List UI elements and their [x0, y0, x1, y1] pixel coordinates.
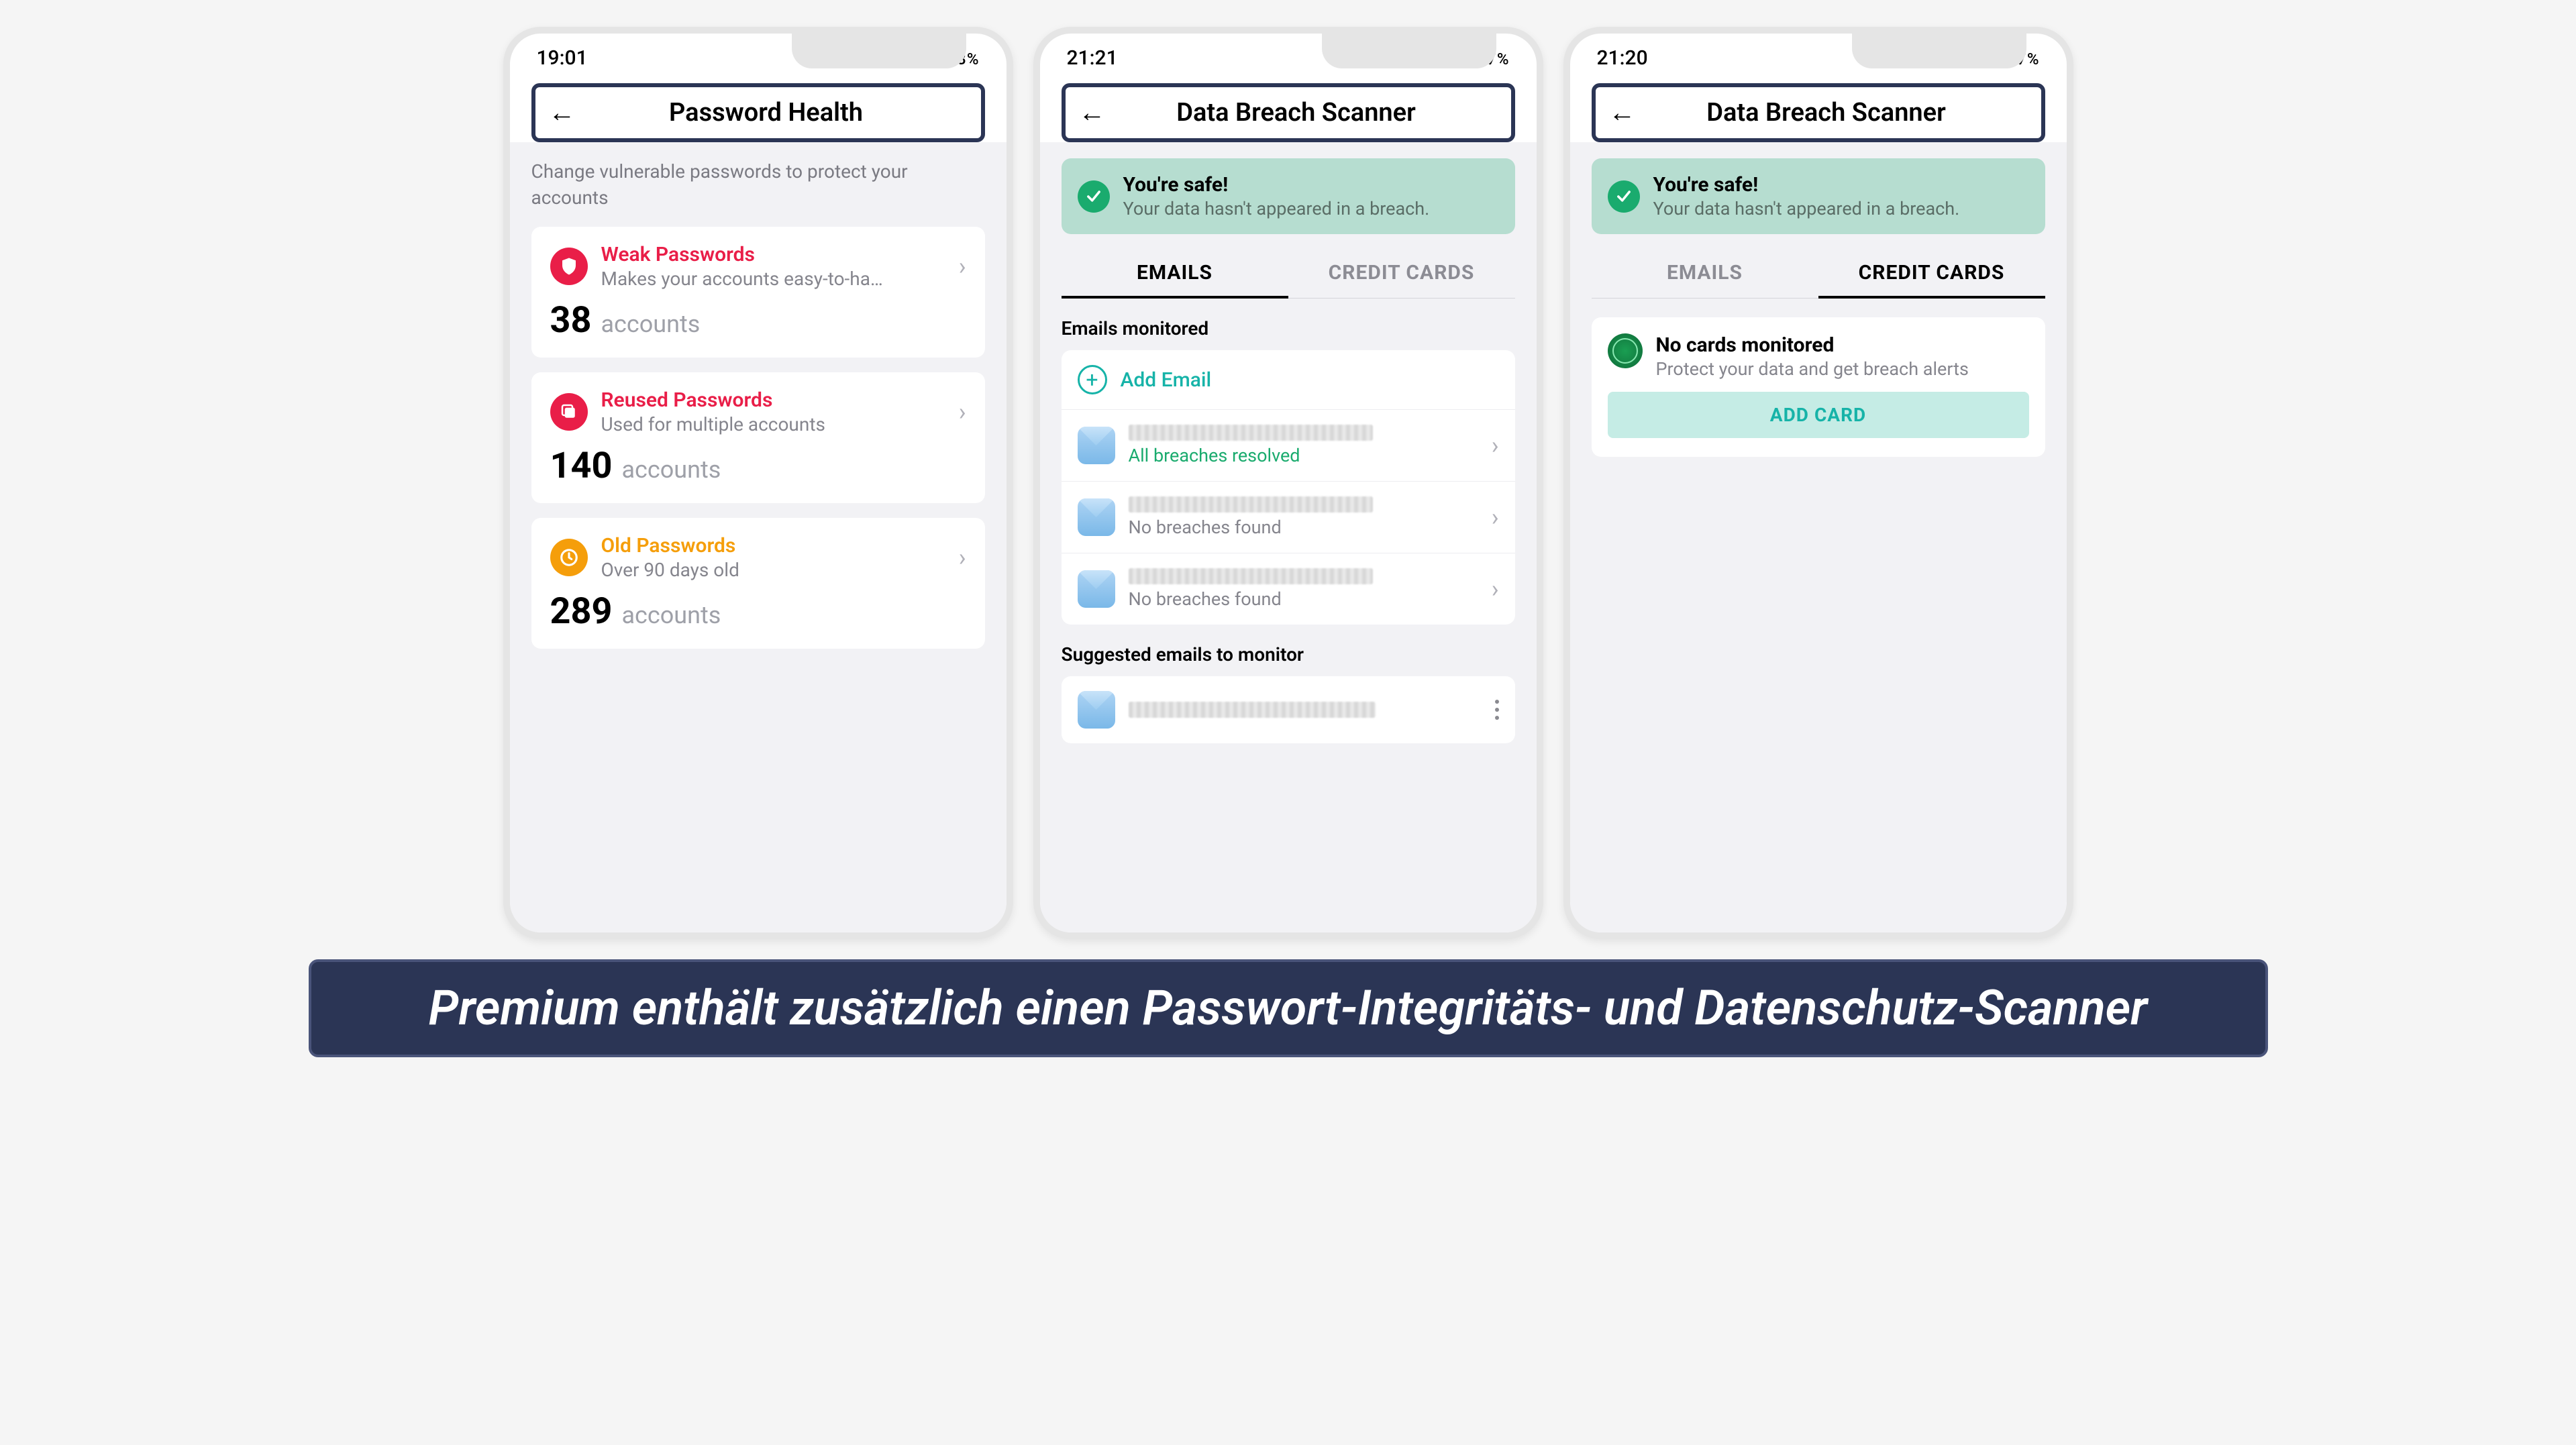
no-cards-title: No cards monitored: [1656, 333, 2029, 357]
card-old-passwords[interactable]: Old Passwords Over 90 days old › 289 acc…: [531, 518, 985, 649]
count-value: 38: [550, 299, 592, 341]
tab-emails[interactable]: EMAILS: [1592, 248, 1818, 298]
tab-emails[interactable]: EMAILS: [1062, 248, 1288, 298]
footer-text: Premium enthält zusätzlich einen Passwor…: [338, 978, 2238, 1038]
mail-icon: [1078, 570, 1115, 608]
clock-icon: [550, 539, 588, 576]
plus-icon: +: [1078, 365, 1107, 394]
email-row[interactable]: All breaches resolved ›: [1062, 410, 1515, 482]
back-icon[interactable]: ←: [1609, 99, 1636, 126]
radar-icon: [1608, 333, 1643, 368]
card-title: Reused Passwords: [601, 388, 945, 412]
header: ← Data Breach Scanner: [1592, 83, 2045, 142]
status-time: 19:01: [537, 46, 588, 70]
count-value: 289: [550, 590, 613, 633]
card-weak-passwords[interactable]: Weak Passwords Makes your accounts easy-…: [531, 227, 985, 358]
status-time: 21:21: [1067, 46, 1118, 70]
mail-icon: [1078, 691, 1115, 729]
chevron-right-icon: ›: [1492, 431, 1499, 460]
back-icon[interactable]: ←: [549, 99, 576, 126]
page-title: Password Health: [592, 98, 968, 127]
email-address-redacted: [1129, 702, 1376, 718]
count-label: accounts: [601, 310, 700, 338]
footer-banner: Premium enthält zusätzlich einen Passwor…: [309, 959, 2268, 1057]
section-suggested-emails: Suggested emails to monitor: [1062, 643, 1515, 665]
count-label: accounts: [621, 456, 721, 484]
email-status: All breaches resolved: [1129, 445, 1478, 466]
chevron-right-icon: ›: [959, 398, 966, 426]
tab-credit-cards[interactable]: CREDIT CARDS: [1818, 248, 2045, 298]
status-time: 21:20: [1597, 46, 1648, 70]
card-title: Weak Passwords: [601, 243, 945, 266]
phone-notch: [1322, 34, 1496, 68]
section-emails-monitored: Emails monitored: [1062, 317, 1515, 339]
safe-subtitle: Your data hasn't appeared in a breach.: [1653, 198, 2029, 219]
chevron-right-icon: ›: [959, 543, 966, 572]
check-icon: [1608, 180, 1640, 213]
email-address-redacted: [1129, 425, 1374, 441]
header: ← Data Breach Scanner: [1062, 83, 1515, 142]
suggested-email-row[interactable]: [1062, 676, 1515, 743]
tabs: EMAILS CREDIT CARDS: [1592, 248, 2045, 299]
chevron-right-icon: ›: [1492, 575, 1499, 603]
phone-password-health: 19:01 ✢ ⋮ ᯤ ⦿ ₊ıl ₊ıl 93% ← Password Hea…: [503, 27, 1013, 939]
card-reused-passwords[interactable]: Reused Passwords Used for multiple accou…: [531, 372, 985, 503]
copy-icon: [550, 393, 588, 431]
chevron-right-icon: ›: [1492, 503, 1499, 531]
page-title: Data Breach Scanner: [1122, 98, 1498, 127]
page-subtext: Change vulnerable passwords to protect y…: [531, 158, 985, 211]
email-status: No breaches found: [1129, 517, 1478, 538]
suggested-emails-list: [1062, 676, 1515, 743]
content: You're safe! Your data hasn't appeared i…: [1040, 142, 1537, 934]
add-email-label: Add Email: [1121, 368, 1212, 392]
chevron-right-icon: ›: [959, 252, 966, 280]
card-subtitle: Used for multiple accounts: [601, 413, 945, 435]
card-subtitle: Makes your accounts easy-to-ha…: [601, 268, 945, 290]
count-label: accounts: [621, 601, 721, 629]
tabs: EMAILS CREDIT CARDS: [1062, 248, 1515, 299]
check-icon: [1078, 180, 1110, 213]
card-subtitle: Over 90 days old: [601, 559, 945, 581]
tab-credit-cards[interactable]: CREDIT CARDS: [1288, 248, 1515, 298]
add-card-button[interactable]: ADD CARD: [1608, 392, 2029, 438]
more-icon[interactable]: [1495, 700, 1499, 720]
mail-icon: [1078, 498, 1115, 536]
safe-title: You're safe!: [1123, 173, 1499, 197]
email-status: No breaches found: [1129, 588, 1478, 610]
phone-breach-cards: 21:20 ✢ ⋮ ᯤ ⦿ ₊ıl ₊ıl 87% ← Data Breach …: [1563, 27, 2073, 939]
content: You're safe! Your data hasn't appeared i…: [1570, 142, 2067, 934]
shield-x-icon: [550, 248, 588, 285]
content: Change vulnerable passwords to protect y…: [510, 142, 1007, 934]
email-address-redacted: [1129, 568, 1374, 584]
emails-list: + Add Email All breaches resolved › No b…: [1062, 350, 1515, 625]
safe-title: You're safe!: [1653, 173, 2029, 197]
count-value: 140: [550, 445, 613, 487]
safe-banner: You're safe! Your data hasn't appeared i…: [1592, 158, 2045, 234]
back-icon[interactable]: ←: [1079, 99, 1106, 126]
no-cards-card: No cards monitored Protect your data and…: [1592, 317, 2045, 457]
card-title: Old Passwords: [601, 534, 945, 557]
safe-subtitle: Your data hasn't appeared in a breach.: [1123, 198, 1499, 219]
email-row[interactable]: No breaches found ›: [1062, 482, 1515, 553]
email-address-redacted: [1129, 496, 1374, 513]
phone-notch: [1852, 34, 2026, 68]
phone-notch: [792, 34, 966, 68]
page-title: Data Breach Scanner: [1652, 98, 2028, 127]
mail-icon: [1078, 427, 1115, 464]
header: ← Password Health: [531, 83, 985, 142]
safe-banner: You're safe! Your data hasn't appeared i…: [1062, 158, 1515, 234]
no-cards-subtitle: Protect your data and get breach alerts: [1656, 358, 2029, 380]
add-email-row[interactable]: + Add Email: [1062, 350, 1515, 410]
email-row[interactable]: No breaches found ›: [1062, 553, 1515, 625]
phone-breach-emails: 21:21 ✢ ⋮ ᯤ ⦿ ₊ıl ₊ıl 87% ← Data Breach …: [1033, 27, 1543, 939]
